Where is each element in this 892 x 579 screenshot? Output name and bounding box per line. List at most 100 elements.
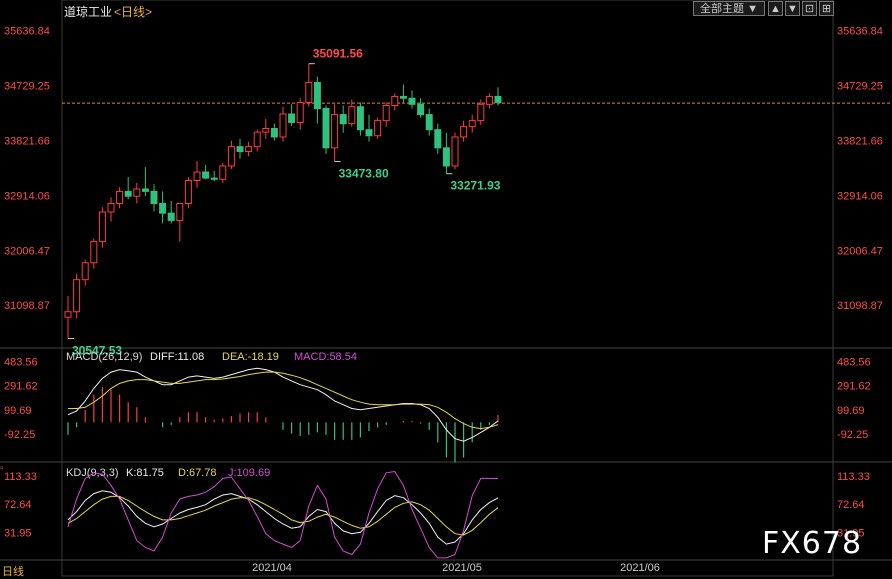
candle-body (442, 147, 450, 167)
candle-body (322, 108, 330, 149)
candle-body (245, 146, 253, 152)
macd-tick-label: 99.69 (4, 405, 32, 417)
macd-dea-line (68, 371, 499, 430)
restore-button[interactable]: ⊡ (802, 1, 817, 16)
kdj-tick-label-right: 113.33 (837, 471, 870, 483)
macd-tick-label: 483.56 (4, 357, 38, 369)
candle-body (451, 136, 459, 167)
candle-body (116, 190, 124, 204)
candle-body (73, 279, 81, 313)
candle-body (202, 171, 210, 179)
kdj-tick-label-right: 72.64 (837, 499, 865, 511)
macd-tick-label-right: 291.62 (837, 381, 871, 393)
date-axis-label: 2021/05 (442, 562, 482, 574)
candle-body (305, 82, 313, 103)
maximize-button[interactable]: ⊞ (819, 1, 834, 16)
candle-body (331, 114, 339, 149)
kdj-j-label: J:109.69 (228, 467, 270, 479)
instrument-name: 道琼工业 (64, 5, 113, 19)
macd-tick-label-right: 483.56 (837, 357, 871, 369)
candle-body (417, 103, 425, 116)
chart-canvas[interactable]: 35636.84 35636.84 34729.25 34729.25 33821.66… (0, 0, 892, 577)
candle-body (184, 180, 192, 204)
scroll-up-button[interactable]: ▲ (768, 1, 783, 16)
macd-diff-label: DIFF:11.08 (150, 351, 204, 363)
candle-body (193, 171, 201, 181)
price-tick-label: 35636.84 (4, 26, 50, 38)
candle-body (227, 146, 235, 167)
candle-body (382, 105, 390, 122)
macd-label: MACD(26,12,9) (66, 351, 142, 363)
candle-body (477, 103, 485, 122)
candle-body (408, 97, 416, 105)
candle-body (219, 165, 227, 180)
price-tick-label-right: 35636.84 (837, 26, 883, 38)
candle-body (494, 95, 502, 103)
price-tick-label-right: 32006.47 (837, 245, 883, 257)
kdj-tick-label: 113.33 (4, 471, 37, 483)
candle-body (279, 113, 287, 138)
macd-value-label: MACD:58.54 (294, 351, 357, 363)
candle-body (356, 106, 364, 131)
macd-diff-line (67, 367, 499, 442)
candle-body (468, 120, 476, 128)
candle-body (176, 202, 184, 221)
kdj-k-line (67, 490, 499, 545)
candle-body (253, 131, 261, 148)
candle-body (236, 146, 244, 152)
price-tick-label-right: 31098.87 (837, 300, 883, 312)
candle-body (64, 311, 72, 318)
candle-body (133, 188, 141, 197)
theme-dropdown[interactable]: 全部主题 ▼ (693, 1, 765, 16)
price-tick-label: 33821.66 (4, 135, 50, 147)
candle-body (98, 211, 106, 243)
candle-body (365, 129, 373, 137)
candle-body (141, 188, 149, 192)
price-tick-label: 32006.47 (4, 245, 50, 257)
price-tick-label: 34729.25 (4, 81, 50, 93)
candle-body (391, 95, 399, 107)
candle-body (124, 190, 132, 197)
price-annotation: 35091.56 (313, 47, 363, 61)
kdj-d-label: D:67.78 (178, 467, 217, 479)
candle-body (425, 114, 433, 131)
candle-body (348, 106, 356, 125)
macd-tick-label-right: -92.25 (837, 429, 868, 441)
macd-dea-label: DEA:-18.19 (222, 351, 279, 363)
date-axis-label: 2021/04 (252, 562, 292, 574)
candle-body (270, 127, 278, 138)
scroll-down-button[interactable]: ▼ (785, 1, 800, 16)
chart-title: 道琼工业 <日线> (64, 3, 152, 20)
indicator-marker-icon: ▫ (0, 463, 4, 474)
kdj-k-label: K:81.75 (126, 467, 164, 479)
candle-body (288, 113, 296, 123)
date-axis-label: 2021/06 (620, 562, 660, 574)
candle-body (262, 127, 270, 133)
macd-tick-label: -92.25 (4, 429, 35, 441)
price-tick-label: 31098.87 (4, 300, 50, 312)
price-tick-label: 32914.06 (4, 190, 50, 202)
candle-body (399, 95, 407, 99)
price-tick-label-right: 34729.25 (837, 81, 883, 93)
kdj-tick-label: 72.64 (4, 499, 32, 511)
candle-body (90, 241, 98, 264)
candle-body (210, 177, 218, 180)
plot-frame (61, 0, 834, 577)
period-label[interactable]: <日线> (114, 5, 152, 19)
kdj-tick-label: 31.95 (4, 527, 32, 539)
candle-body (374, 120, 382, 137)
candle-body (339, 114, 347, 125)
candle-body (313, 82, 321, 110)
candle-body (434, 129, 442, 149)
watermark-logo: FX678 (762, 526, 863, 561)
price-tick-label-right: 33821.66 (837, 135, 883, 147)
candle-body (460, 126, 468, 138)
candle-body (107, 202, 115, 213)
candle-body (159, 202, 167, 214)
price-annotation: 33473.80 (339, 167, 389, 181)
kdj-label: KDJ(9,3,3) (66, 467, 119, 479)
candle-body (167, 212, 175, 221)
macd-tick-label-right: 99.69 (837, 405, 865, 417)
price-tick-label-right: 32914.06 (837, 190, 883, 202)
candle-body (150, 190, 158, 204)
